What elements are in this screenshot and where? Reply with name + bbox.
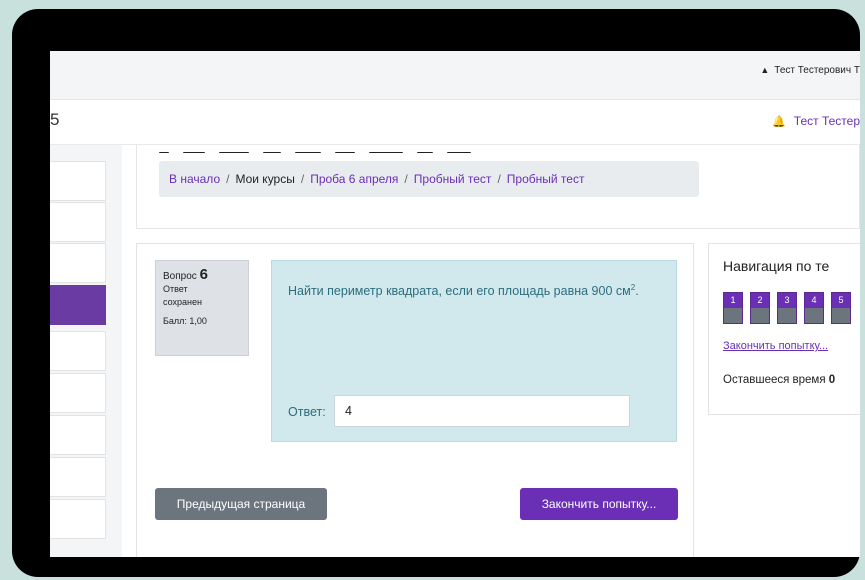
quiz-nav-button[interactable]: 5 [831, 292, 851, 324]
person-icon: ▲ [760, 65, 770, 75]
quiz-nav-button[interactable]: 3 [777, 292, 797, 324]
header-user-link[interactable]: 🔔 Тест Тестер [772, 114, 860, 128]
question-grade: Балл: 1,00 [163, 316, 207, 326]
user-name: Тест Тестерович Т [774, 65, 860, 76]
time-left: Оставшееся время 0 [723, 374, 836, 386]
sidebar-item[interactable] [50, 415, 106, 455]
sidebar-item[interactable] [50, 373, 106, 413]
breadcrumb-my-courses: Мои курсы [235, 172, 295, 186]
quiz-navigation-title: Навигация по те [723, 258, 830, 274]
page-title-block: В начало / Мои курсы / Проба 6 апреля / Пробны… [136, 145, 860, 229]
sidebar-item-active[interactable] [50, 285, 106, 325]
question-label: Вопрос [163, 271, 197, 282]
page-title-cropped [159, 145, 539, 153]
sidebar-item[interactable] [50, 331, 106, 371]
breadcrumb-home[interactable]: В начало [169, 172, 220, 186]
main-content: В начало / Мои курсы / Проба 6 апреля / Пробны… [122, 145, 860, 557]
quiz-nav-button[interactable]: 4 [804, 292, 824, 324]
site-name-fragment: 5 [50, 110, 60, 129]
sidebar-item[interactable] [50, 161, 106, 201]
question-status-2: сохранен [163, 297, 202, 307]
answer-label: Ответ: [288, 405, 326, 419]
quiz-navigation: Навигация по те 12345 Закончить попытку.… [708, 243, 860, 415]
breadcrumb: В начало / Мои курсы / Проба 6 апреля / Пробны… [159, 161, 699, 197]
user-menu[interactable]: ▲ Тест Тестерович Т [760, 65, 860, 76]
page-header: 5 🔔 Тест Тестер [50, 100, 860, 145]
question-status: Ответ [163, 284, 188, 294]
sidebar-item[interactable] [50, 243, 106, 283]
breadcrumb-test[interactable]: Пробный тест [414, 172, 492, 186]
sidebar [50, 145, 122, 557]
bell-icon[interactable]: 🔔 [772, 116, 786, 128]
sidebar-item[interactable] [50, 202, 106, 242]
time-left-value: 0 [828, 374, 836, 386]
question-number: 6 [199, 266, 208, 283]
quiz-nav-button[interactable]: 1 [723, 292, 743, 324]
finish-attempt-button[interactable]: Закончить попытку... [520, 488, 678, 520]
previous-page-button[interactable]: Предыдущая страница [155, 488, 327, 520]
sidebar-item[interactable] [50, 499, 106, 539]
breadcrumb-test-current[interactable]: Пробный тест [507, 172, 585, 186]
header-user-name: Тест Тестер [793, 114, 860, 128]
answer-input[interactable] [334, 395, 630, 427]
question-content: Найти периметр квадрата, если его площад… [271, 260, 677, 442]
quiz-nav-button[interactable]: 2 [750, 292, 770, 324]
sidebar-item[interactable] [50, 457, 106, 497]
screen: ▲ Тест Тестерович Т 5 🔔 Тест Тестер В на… [50, 51, 860, 557]
quiz-nav-buttons: 12345 [723, 292, 858, 324]
question-text: Найти периметр квадрата, если его площад… [288, 283, 639, 299]
question-card: Вопрос 6 Ответ сохранен Балл: 1,00 Найти… [136, 243, 694, 557]
question-info: Вопрос 6 Ответ сохранен Балл: 1,00 [155, 260, 249, 356]
breadcrumb-course[interactable]: Проба 6 апреля [310, 172, 398, 186]
device-frame: ▲ Тест Тестерович Т 5 🔔 Тест Тестер В на… [12, 9, 860, 577]
finish-attempt-link[interactable]: Закончить попытку... [723, 340, 828, 352]
top-navbar: ▲ Тест Тестерович Т [50, 51, 860, 100]
